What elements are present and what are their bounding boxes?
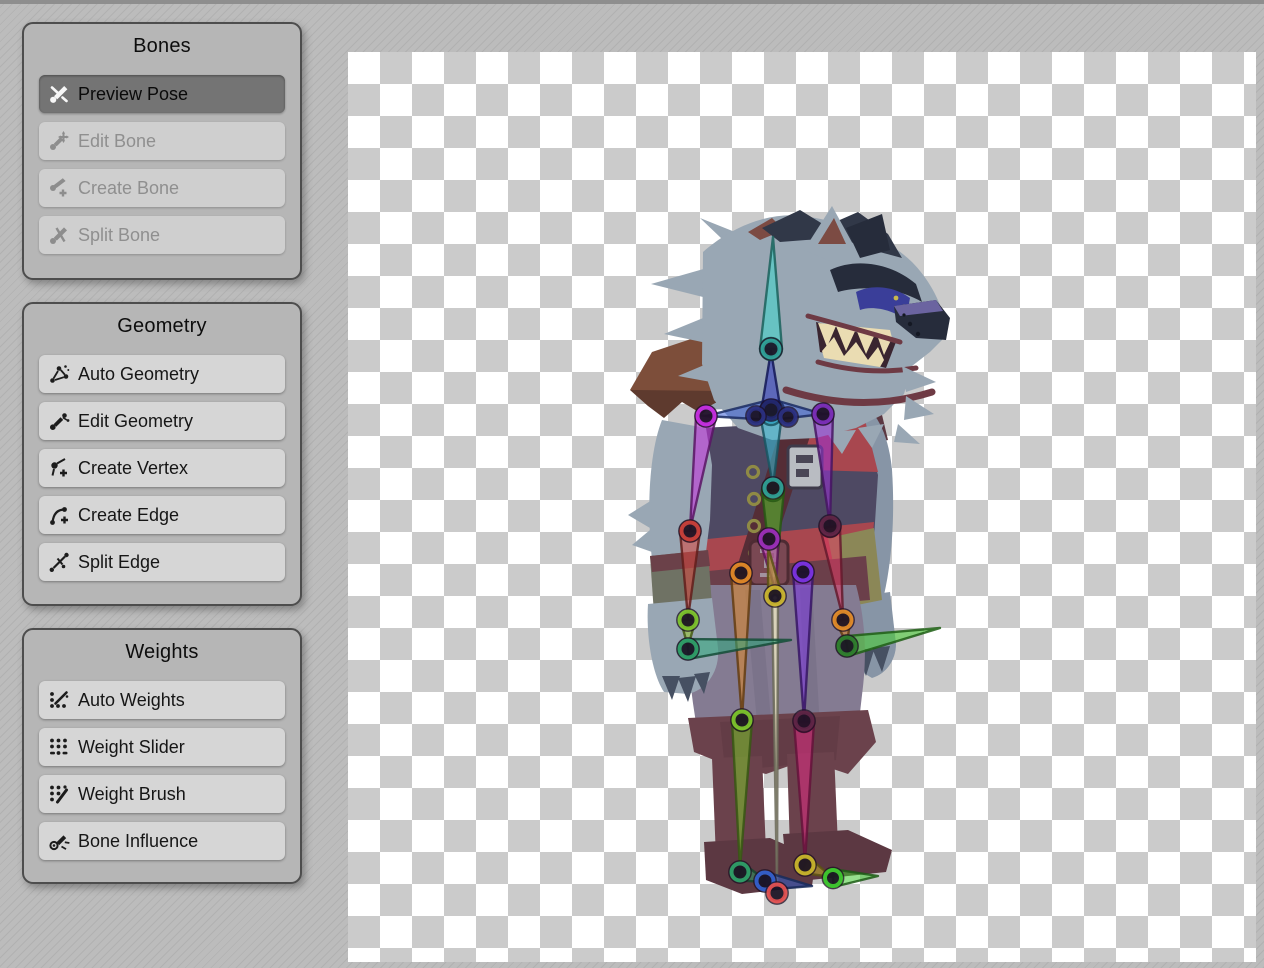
button-label: Weight Brush <box>78 784 186 805</box>
button-label: Split Edge <box>78 552 160 573</box>
button-label: Create Bone <box>78 178 179 199</box>
button-label: Create Vertex <box>78 458 188 479</box>
button-label: Create Edge <box>78 505 179 526</box>
button-label: Auto Weights <box>78 690 185 711</box>
create-bone-icon <box>48 177 70 199</box>
sprite-torso <box>698 420 882 614</box>
create-vertex-icon <box>48 457 70 479</box>
joint-shoulder-right[interactable] <box>812 403 834 425</box>
joint-clavicle-left-base[interactable] <box>746 406 766 426</box>
joint-knee-left[interactable] <box>731 709 753 731</box>
preview-pose-button[interactable]: Preview Pose <box>39 75 285 113</box>
joint-toe-right-base[interactable] <box>823 868 844 889</box>
edit-geometry-button[interactable]: Edit Geometry <box>39 402 285 440</box>
create-edge-button[interactable]: Create Edge <box>39 496 285 534</box>
joint-head-base[interactable] <box>760 338 782 360</box>
create-edge-icon <box>48 504 70 526</box>
auto-geometry-button[interactable]: Auto Geometry <box>39 355 285 393</box>
button-label: Bone Influence <box>78 831 198 852</box>
joint-elbow-left[interactable] <box>679 520 701 542</box>
weight-brush-button[interactable]: Weight Brush <box>39 775 285 813</box>
joint-root-end[interactable] <box>766 882 788 904</box>
joint-ankle-right[interactable] <box>794 854 816 876</box>
joint-pelvis-base[interactable] <box>758 528 780 550</box>
joint-elbow-right[interactable] <box>819 515 841 537</box>
auto-weights-icon <box>48 689 70 711</box>
button-label: Edit Geometry <box>78 411 193 432</box>
auto-weights-button[interactable]: Auto Weights <box>39 681 285 719</box>
auto-geometry-icon <box>48 363 70 385</box>
canvas-svg <box>348 52 1256 962</box>
joint-wrist-right[interactable] <box>832 609 854 631</box>
split-edge-button[interactable]: Split Edge <box>39 543 285 581</box>
button-label: Weight Slider <box>78 737 185 758</box>
button-label: Auto Geometry <box>78 364 199 385</box>
preview-pose-icon <box>48 83 70 105</box>
split-bone-button[interactable]: Split Bone <box>39 216 285 254</box>
bone-influence-button[interactable]: Bone Influence <box>39 822 285 860</box>
weight-brush-icon <box>48 783 70 805</box>
joint-pelvis[interactable] <box>764 585 786 607</box>
canvas-viewport[interactable] <box>348 52 1256 962</box>
weight-slider-icon <box>48 736 70 758</box>
joint-shoulder-left[interactable] <box>695 405 717 427</box>
create-vertex-button[interactable]: Create Vertex <box>39 449 285 487</box>
sprite-legs <box>688 585 892 894</box>
panel-title: Bones <box>24 35 300 58</box>
button-label: Split Bone <box>78 225 160 246</box>
joint-clavicle-right-base[interactable] <box>778 407 798 427</box>
panel-title: Weights <box>24 641 300 664</box>
panel-weights: Weights Auto Weights Weight Slider Weigh… <box>22 628 302 884</box>
split-edge-icon <box>48 551 70 573</box>
split-bone-icon <box>48 224 70 246</box>
bone-influence-icon <box>48 830 70 852</box>
joint-hip-left[interactable] <box>730 562 752 584</box>
edit-bone-icon <box>48 130 70 152</box>
joint-wrist-left[interactable] <box>677 609 699 631</box>
panel-bones: Bones Preview Pose Edit Bone Create Bone… <box>22 22 302 280</box>
button-label: Edit Bone <box>78 131 156 152</box>
joint-hip-right[interactable] <box>792 561 814 583</box>
joint-ankle-left[interactable] <box>729 861 751 883</box>
character-sprite <box>628 206 950 894</box>
create-bone-button[interactable]: Create Bone <box>39 169 285 207</box>
joint-spine-top[interactable] <box>762 477 784 499</box>
panel-title: Geometry <box>24 315 300 338</box>
weight-slider-button[interactable]: Weight Slider <box>39 728 285 766</box>
edit-bone-button[interactable]: Edit Bone <box>39 122 285 160</box>
skinning-editor-window: { "toolbox": { "panels": [ { "title": "B… <box>0 0 1264 968</box>
button-label: Preview Pose <box>78 84 188 105</box>
joint-hand-left-base[interactable] <box>677 638 699 660</box>
joint-knee-right[interactable] <box>793 710 815 732</box>
window-top-edge <box>0 0 1264 4</box>
joint-hand-right-base[interactable] <box>836 635 858 657</box>
edit-geometry-icon <box>48 410 70 432</box>
panel-geometry: Geometry Auto Geometry Edit Geometry Cre… <box>22 302 302 606</box>
